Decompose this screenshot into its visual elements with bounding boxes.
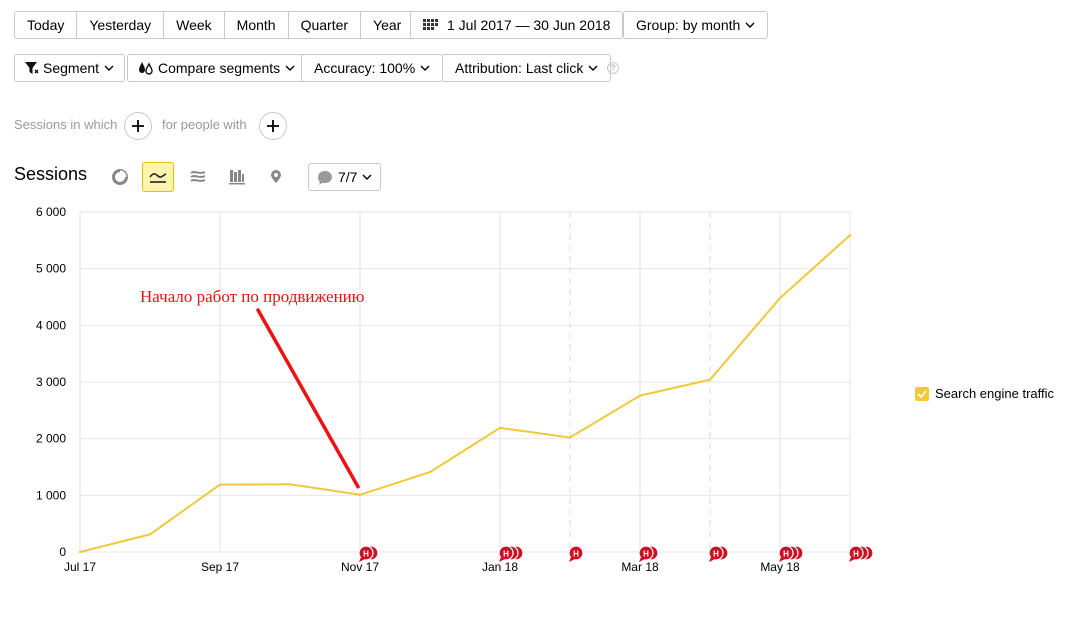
x-tick-label: Sep 17 [201,560,239,574]
note-marker-letter: Н [363,550,369,559]
group-by-dropdown[interactable]: Group: by month [623,11,769,39]
y-tick-label: 5 000 [36,262,66,276]
note-marker-letter: Н [643,550,649,559]
chevron-down-icon [420,65,430,71]
x-tick-label: Jan 18 [482,560,518,574]
y-tick-label: 4 000 [36,318,66,332]
calendar-icon [423,19,438,30]
segment-label: Segment [43,60,100,76]
help-icon[interactable]: ? [607,62,619,74]
legend-checkbox[interactable] [915,386,929,401]
comment-icon [318,170,332,185]
data-point [848,234,852,237]
note-marker-letter: Н [853,550,859,559]
sessions-condition-label: Sessions in which [14,117,118,132]
plus-icon [267,120,279,132]
bar-chart-view-button[interactable] [221,162,253,192]
data-point [148,533,152,536]
bar-chart-icon [229,170,245,185]
notes-dropdown[interactable]: 7/7 [308,163,382,191]
note-marker-letter: Н [573,550,579,559]
y-tick-label: 0 [59,545,66,559]
period-yesterday-button[interactable]: Yesterday [76,11,165,39]
period-selector: Today Yesterday Week Month Quarter Year [14,11,415,39]
data-point [708,378,712,381]
add-people-condition-button[interactable] [259,112,287,140]
funnel-icon [25,61,39,74]
accuracy-dropdown[interactable]: Accuracy: 100% [301,54,444,82]
date-range-label: 1 Jul 2017 — 30 Jun 2018 [447,17,611,33]
chevron-down-icon [104,65,114,71]
x-tick-label: Nov 17 [341,560,379,574]
period-week-button[interactable]: Week [163,11,225,39]
plus-icon [132,120,144,132]
note-marker-letter: Н [503,550,509,559]
people-condition-label: for people with [162,117,247,132]
data-point [78,550,82,554]
data-point [638,394,642,397]
note-marker-letter: Н [713,550,719,559]
area-chart-view-button[interactable] [182,162,214,192]
add-session-condition-button[interactable] [124,112,152,140]
chart-legend[interactable]: Search engine traffic [915,386,1054,401]
data-point [358,493,362,496]
attribution-dropdown[interactable]: Attribution: Last click [442,54,612,82]
legend-series-label: Search engine traffic [935,386,1054,401]
data-point [778,296,782,300]
x-tick-label: May 18 [760,560,800,574]
data-point [288,483,292,486]
pie-chart-view-button[interactable] [104,162,136,192]
data-point [498,426,502,430]
segment-dropdown[interactable]: Segment [14,54,126,82]
group-by-label: Group: by month [636,17,741,33]
stacked-area-icon [190,171,206,182]
period-today-button[interactable]: Today [14,11,78,39]
note-marker-letter: Н [783,550,789,559]
period-month-button[interactable]: Month [223,11,289,39]
chevron-down-icon [745,22,755,28]
x-tick-label: Mar 18 [621,560,659,574]
data-point [428,470,432,474]
accuracy-label: Accuracy: 100% [314,60,416,76]
y-tick-label: 2 000 [36,432,66,446]
map-view-button[interactable] [260,162,292,192]
series-counter: 7/7 [338,169,358,185]
compare-segments-dropdown[interactable]: Compare segments [127,54,307,82]
report-title: Sessions [14,164,88,184]
annotation-arrow [256,308,360,489]
attribution-label: Attribution: Last click [455,60,584,76]
y-tick-label: 3 000 [36,375,66,389]
chevron-down-icon [588,65,598,71]
compare-segments-label: Compare segments [158,60,281,76]
check-icon [917,389,927,398]
drops-icon [139,62,153,75]
series-line [79,234,851,553]
pie-chart-icon [112,169,128,185]
x-tick-label: Jul 17 [64,560,96,574]
map-pin-icon [271,170,281,183]
period-year-button[interactable]: Year [360,11,415,39]
line-chart-icon [149,173,167,183]
data-point [218,483,222,486]
date-range-button[interactable]: 1 Jul 2017 — 30 Jun 2018 [410,11,624,39]
data-point [568,436,572,439]
period-quarter-button[interactable]: Quarter [287,11,362,39]
sessions-line-chart: 0 1 000 2 000 3 000 4 000 5 000 6 000 Jul 17 Sep… [36,205,874,574]
annotation-text: Начало работ по продвижению [140,287,365,306]
chevron-down-icon [362,174,372,180]
line-chart-view-button[interactable] [142,162,174,192]
y-tick-label: 6 000 [36,205,66,219]
chevron-down-icon [285,65,295,71]
y-tick-label: 1 000 [36,488,66,502]
